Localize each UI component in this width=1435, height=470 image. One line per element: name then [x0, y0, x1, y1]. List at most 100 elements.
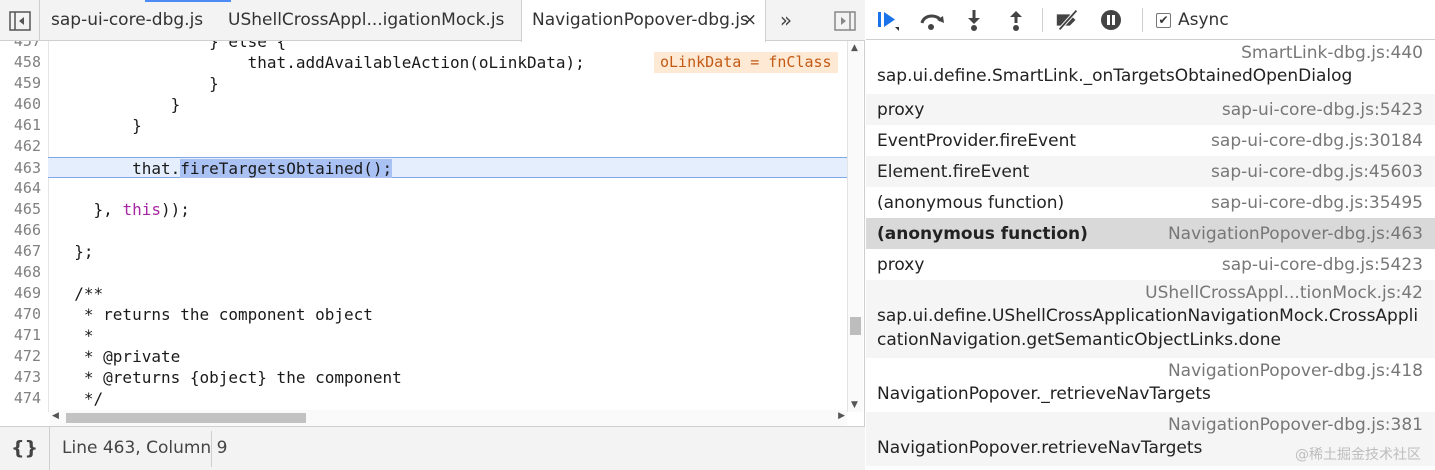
frame-location[interactable]: sap-ui-core-dbg.js:5423 — [1222, 100, 1423, 120]
line-number[interactable]: 462 — [0, 136, 43, 157]
step-out-button[interactable] — [1002, 6, 1030, 34]
scroll-thumb[interactable] — [66, 413, 306, 423]
frame-location[interactable]: UShellCrossAppl...tionMock.js:42 — [877, 280, 1423, 304]
frame-location[interactable]: sap-ui-core-dbg.js:45603 — [1211, 162, 1423, 182]
code-line[interactable]: 474 */ — [0, 388, 848, 409]
tab-overflow-chevron-icon[interactable]: » — [770, 0, 802, 41]
code-line[interactable]: 459 } — [0, 73, 848, 94]
frame-function: Element.fireEvent — [877, 161, 1030, 182]
tab-sap-ui-core[interactable]: sap-ui-core-dbg.js — [41, 0, 217, 41]
scroll-right-icon[interactable]: ▶ — [838, 411, 845, 421]
code-line[interactable]: 457 } else { — [0, 41, 848, 52]
editor-horizontal-scrollbar[interactable]: ◀ ▶ — [50, 410, 847, 426]
call-frame[interactable]: proxy sap-ui-core-dbg.js:5423 — [866, 249, 1435, 280]
frame-location[interactable]: NavigationPopover-dbg.js:418 — [877, 358, 1423, 382]
status-separator — [211, 431, 212, 467]
toolbar-separator — [1042, 8, 1043, 32]
tab-ushell-mock[interactable]: UShellCrossAppl...igationMock.js — [218, 0, 520, 41]
editor-vertical-scrollbar[interactable]: ▲ ▼ — [847, 41, 863, 412]
scroll-thumb[interactable] — [850, 317, 861, 335]
tab-navigation-popover[interactable]: NavigationPopover-dbg.js × — [521, 0, 766, 42]
code-line[interactable]: 471 * — [0, 325, 848, 346]
frame-function: sap.ui.define.UShellCrossApplicationNavi… — [877, 306, 1419, 350]
toggle-navigator-button[interactable] — [0, 0, 40, 41]
frame-row: EventProvider.fireEvent sap-ui-core-dbg.j… — [877, 125, 1423, 156]
code-line[interactable]: 460 } — [0, 94, 848, 115]
line-number[interactable]: 459 — [0, 73, 43, 94]
code-line[interactable]: 467 }; — [0, 241, 848, 262]
code-segment: )); — [160, 200, 190, 219]
step-over-icon — [920, 14, 944, 30]
scroll-down-icon[interactable]: ▼ — [851, 400, 858, 410]
code-line[interactable]: 461 } — [0, 115, 848, 136]
line-number[interactable]: 467 — [0, 241, 43, 262]
line-number[interactable]: 469 — [0, 283, 43, 304]
call-frame[interactable]: proxy sap-ui-core-dbg.js:5423 — [866, 94, 1435, 125]
call-frame[interactable]: UShellCrossAppl...tionMock.js:42 sap.ui.d… — [866, 280, 1435, 358]
line-number[interactable]: 465 — [0, 199, 43, 220]
call-frame[interactable]: Element.fireEvent sap-ui-core-dbg.js:4560… — [866, 156, 1435, 187]
call-frame[interactable]: (anonymous function) sap-ui-core-dbg.js:3… — [866, 187, 1435, 218]
line-number[interactable]: 460 — [0, 94, 43, 115]
line-number[interactable]: 468 — [0, 262, 43, 283]
code-line[interactable]: 465 }, this)); — [0, 199, 848, 220]
call-frame-selected[interactable]: (anonymous function) NavigationPopover-db… — [866, 218, 1435, 249]
scroll-up-icon[interactable]: ▲ — [851, 43, 858, 53]
line-number[interactable]: 472 — [0, 346, 43, 367]
scroll-left-icon[interactable]: ◀ — [52, 411, 59, 421]
execution-line[interactable]: 463 that.fireTargetsObtained(); — [14, 157, 848, 178]
async-toggle[interactable]: ✔ Async — [1156, 0, 1229, 40]
pause-on-exceptions-button[interactable] — [1097, 6, 1125, 34]
inline-variable-value: oLinkData = fnClass — [654, 52, 838, 73]
line-number[interactable]: 461 — [0, 115, 43, 136]
async-checkbox[interactable]: ✔ — [1156, 12, 1171, 28]
call-frame[interactable]: EventProvider.fireEvent sap-ui-core-dbg.j… — [866, 125, 1435, 156]
code-line[interactable]: 464 — [0, 178, 848, 199]
toggle-debugger-button[interactable] — [825, 0, 865, 41]
line-number[interactable]: 457 — [0, 41, 43, 52]
line-number[interactable]: 466 — [0, 220, 43, 241]
frame-location[interactable]: sap-ui-core-dbg.js:5423 — [1222, 255, 1423, 275]
keyword-this: this — [122, 200, 161, 219]
code-line[interactable]: 473 * @returns {object} the component — [0, 367, 848, 388]
call-frame[interactable]: NavigationPopover-dbg.js:418 NavigationPo… — [866, 358, 1435, 412]
call-stack-list: SmartLink-dbg.js:440 sap.ui.define.SmartL… — [866, 40, 1435, 466]
code-line[interactable]: 466 — [0, 220, 848, 241]
code-editor[interactable]: 457 } else {458 that.addAvailableAction(… — [0, 41, 848, 412]
step-over-button[interactable] — [918, 6, 946, 34]
frame-location[interactable]: NavigationPopover-dbg.js:381 — [877, 412, 1423, 436]
line-number[interactable]: 471 — [0, 325, 43, 346]
toolbar-separator — [1142, 8, 1143, 32]
close-icon[interactable]: × — [743, 0, 757, 41]
line-number[interactable]: 475 — [0, 409, 43, 412]
step-into-button[interactable] — [960, 6, 988, 34]
code-line[interactable]: 472 * @private — [0, 346, 848, 367]
line-code: * — [55, 326, 94, 345]
deactivate-breakpoints-button[interactable] — [1054, 6, 1082, 34]
tab-label: sap-ui-core-dbg.js — [51, 10, 204, 30]
line-number[interactable]: 470 — [0, 304, 43, 325]
line-code: * returns the component object — [55, 305, 373, 324]
code-line[interactable]: 469 /** — [0, 283, 848, 304]
panel-left-icon — [8, 10, 31, 31]
frame-location[interactable]: sap-ui-core-dbg.js:35495 — [1211, 193, 1423, 213]
line-number[interactable]: 474 — [0, 388, 43, 409]
code-line[interactable]: 462 — [0, 136, 848, 157]
frame-location[interactable]: SmartLink-dbg.js:440 — [877, 40, 1423, 64]
frame-function: proxy — [877, 254, 925, 275]
line-number[interactable]: 473 — [0, 367, 43, 388]
frame-function: (anonymous function) — [877, 223, 1088, 244]
code-line[interactable]: 468 — [0, 262, 848, 283]
pause-icon — [1101, 10, 1121, 30]
code-line[interactable]: 470 * returns the component object — [0, 304, 848, 325]
line-number[interactable]: 463 — [0, 158, 43, 179]
frame-location[interactable]: NavigationPopover-dbg.js:463 — [1168, 224, 1423, 244]
frame-location[interactable]: sap-ui-core-dbg.js:30184 — [1211, 131, 1423, 151]
line-number[interactable]: 464 — [0, 178, 43, 199]
panel-right-icon — [834, 10, 856, 31]
line-number[interactable]: 458 — [0, 52, 43, 73]
call-frame[interactable]: SmartLink-dbg.js:440 sap.ui.define.SmartL… — [866, 40, 1435, 94]
resume-button[interactable] — [874, 6, 902, 34]
line-code: } — [55, 95, 181, 114]
pretty-print-button[interactable]: {} — [0, 427, 50, 470]
